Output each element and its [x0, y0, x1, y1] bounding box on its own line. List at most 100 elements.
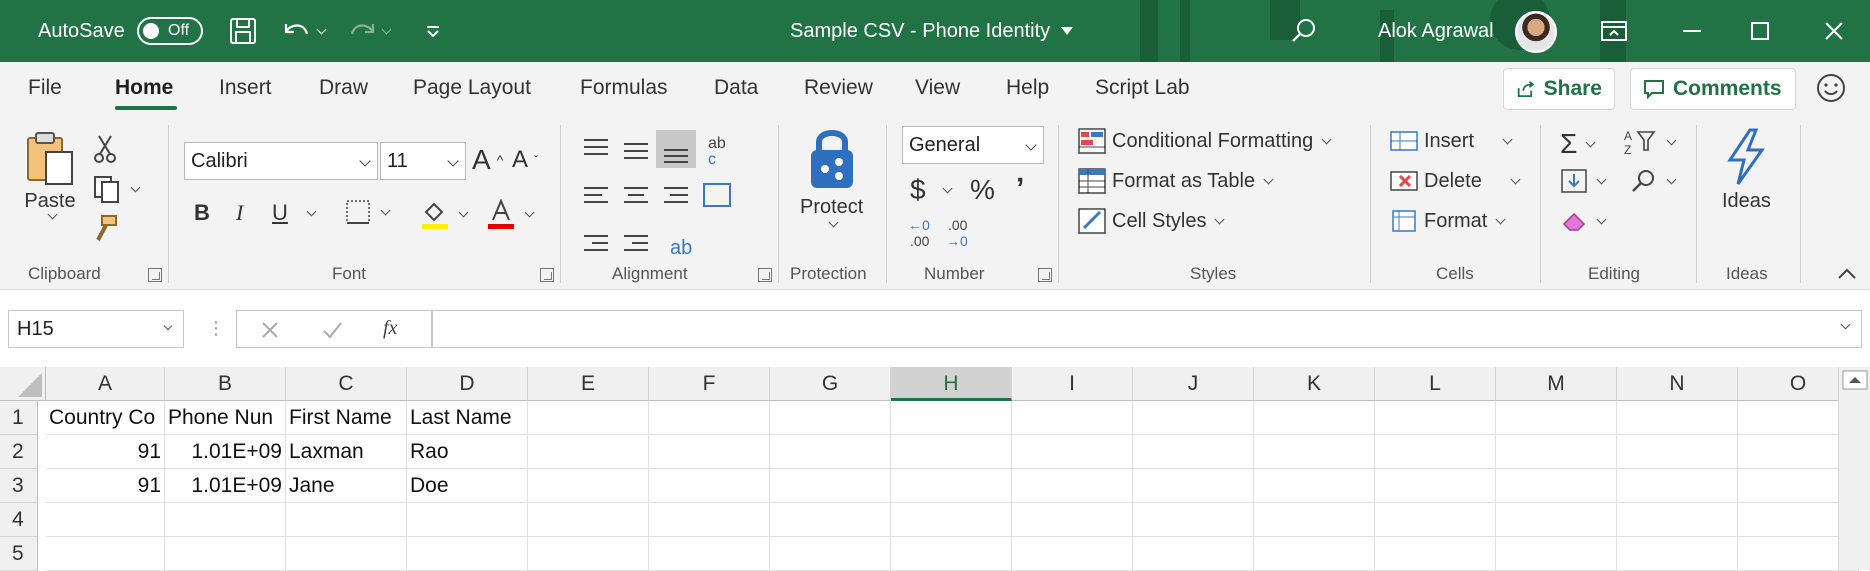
tab-insert[interactable]: Insert [219, 76, 272, 100]
maximize-icon[interactable] [1748, 0, 1772, 62]
minimize-icon[interactable] [1680, 0, 1704, 62]
delete-cells-button[interactable]: Delete [1390, 168, 1521, 194]
cell-k5[interactable] [1254, 537, 1375, 571]
insert-function-button[interactable]: fx [383, 317, 397, 340]
cell-m2[interactable] [1496, 435, 1617, 469]
column-header-h[interactable]: H [891, 367, 1012, 401]
cell-b5[interactable] [165, 537, 286, 571]
document-title[interactable]: Sample CSV - Phone Identity [790, 0, 1074, 62]
customize-toolbar-icon[interactable] [424, 0, 442, 62]
cell-a1[interactable]: Country Co [46, 401, 165, 435]
cell-l5[interactable] [1375, 537, 1496, 571]
cell-a5[interactable] [46, 537, 165, 571]
cell-b4[interactable] [165, 503, 286, 537]
insert-cells-button[interactable]: Insert [1390, 128, 1513, 154]
ideas-button[interactable]: Ideas [1722, 128, 1771, 213]
row-header-3[interactable]: 3 [0, 469, 38, 503]
increase-font-size-icon[interactable]: A ^ [472, 144, 503, 176]
clipboard-dialog-launcher[interactable] [148, 268, 162, 282]
cell-c3[interactable]: Jane [286, 469, 407, 503]
tab-formulas[interactable]: Formulas [580, 76, 668, 100]
column-header-n[interactable]: N [1617, 367, 1738, 401]
row-header-2[interactable]: 2 [0, 435, 38, 469]
autosave-toggle[interactable]: Off [137, 0, 203, 62]
cell-i2[interactable] [1012, 435, 1133, 469]
cell-f2[interactable] [649, 435, 770, 469]
tab-draw[interactable]: Draw [319, 76, 368, 100]
cell-g3[interactable] [770, 469, 891, 503]
cell-c5[interactable] [286, 537, 407, 571]
clear-icon[interactable] [1560, 208, 1607, 234]
comma-style-button[interactable]: ʼ [1016, 172, 1024, 206]
cell-m4[interactable] [1496, 503, 1617, 537]
cell-e2[interactable] [528, 435, 649, 469]
column-header-i[interactable]: I [1012, 367, 1133, 401]
cell-i1[interactable] [1012, 401, 1133, 435]
cell-i5[interactable] [1012, 537, 1133, 571]
format-painter-icon[interactable] [92, 214, 120, 244]
cell-e3[interactable] [528, 469, 649, 503]
tab-file[interactable]: File [28, 76, 62, 100]
cell-j2[interactable] [1133, 435, 1254, 469]
formula-input[interactable] [432, 310, 1862, 348]
tab-home[interactable]: Home [115, 76, 173, 100]
cell-b3[interactable]: 1.01E+09 [165, 469, 286, 503]
cancel-icon[interactable] [259, 319, 281, 341]
name-box[interactable]: H15 [8, 310, 184, 348]
cell-k3[interactable] [1254, 469, 1375, 503]
fill-down-icon[interactable] [1560, 168, 1607, 194]
column-header-g[interactable]: G [770, 367, 891, 401]
cell-l1[interactable] [1375, 401, 1496, 435]
save-icon[interactable] [228, 0, 258, 62]
conditional-formatting-button[interactable]: Conditional Formatting [1078, 128, 1332, 154]
fill-color-button[interactable] [420, 198, 469, 230]
user-name[interactable]: Alok Agrawal [1378, 0, 1494, 62]
cell-f1[interactable] [649, 401, 770, 435]
column-header-d[interactable]: D [407, 367, 528, 401]
cell-d1[interactable]: Last Name [407, 401, 528, 435]
number-dialog-launcher[interactable] [1038, 268, 1052, 282]
tab-page-layout[interactable]: Page Layout [413, 76, 531, 100]
cell-d4[interactable] [407, 503, 528, 537]
cell-m1[interactable] [1496, 401, 1617, 435]
column-header-c[interactable]: C [286, 367, 407, 401]
formula-bar-splitter[interactable]: ⋮ [207, 318, 225, 340]
cell-e4[interactable] [528, 503, 649, 537]
avatar[interactable] [1515, 11, 1557, 53]
cell-m5[interactable] [1496, 537, 1617, 571]
comments-button[interactable]: Comments [1630, 68, 1796, 110]
cell-a4[interactable] [46, 503, 165, 537]
cell-g1[interactable] [770, 401, 891, 435]
column-header-b[interactable]: B [165, 367, 286, 401]
cell-c1[interactable]: First Name [286, 401, 407, 435]
currency-button[interactable]: $ [910, 174, 953, 206]
cell-c2[interactable]: Laxman [286, 435, 407, 469]
cell-n4[interactable] [1617, 503, 1738, 537]
cell-d5[interactable] [407, 537, 528, 571]
font-color-button[interactable] [486, 198, 535, 230]
cell-d3[interactable]: Doe [407, 469, 528, 503]
tab-data[interactable]: Data [714, 76, 758, 100]
cell-n1[interactable] [1617, 401, 1738, 435]
cell-e1[interactable] [528, 401, 649, 435]
cell-a3[interactable]: 91 [46, 469, 165, 503]
undo-icon[interactable] [280, 0, 327, 62]
cell-i3[interactable] [1012, 469, 1133, 503]
cell-k1[interactable] [1254, 401, 1375, 435]
cell-a2[interactable]: 91 [46, 435, 165, 469]
font-size-select[interactable]: 11 [380, 142, 466, 180]
cell-h2[interactable] [891, 435, 1012, 469]
font-dialog-launcher[interactable] [540, 268, 554, 282]
cut-icon[interactable] [92, 134, 118, 164]
bold-button[interactable]: B [194, 200, 210, 226]
column-header-k[interactable]: K [1254, 367, 1375, 401]
cell-b1[interactable]: Phone Nun [165, 401, 286, 435]
cell-f4[interactable] [649, 503, 770, 537]
cell-j1[interactable] [1133, 401, 1254, 435]
format-cells-button[interactable]: Format [1390, 208, 1506, 234]
cell-f3[interactable] [649, 469, 770, 503]
cell-l4[interactable] [1375, 503, 1496, 537]
ribbon-display-icon[interactable] [1600, 0, 1628, 62]
cell-n2[interactable] [1617, 435, 1738, 469]
column-header-a[interactable]: A [46, 367, 165, 401]
